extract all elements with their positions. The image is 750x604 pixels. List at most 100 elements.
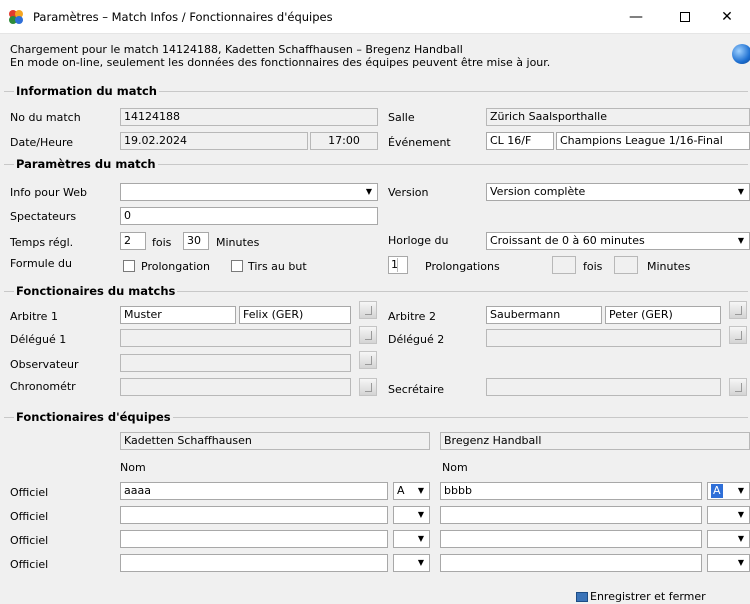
referee2-firstname-field[interactable]: Peter (GER) bbox=[605, 306, 721, 324]
away-official-code-select[interactable]: ▼ bbox=[707, 506, 750, 524]
prolongations-label: Prolongations bbox=[425, 260, 500, 273]
prolong-minutes-field[interactable] bbox=[614, 256, 638, 274]
home-official-name-field[interactable] bbox=[120, 506, 388, 524]
section-title-match-params: Paramètres du match bbox=[14, 157, 158, 171]
official-label: Officiel bbox=[10, 486, 49, 499]
globe-icon[interactable] bbox=[732, 44, 750, 64]
match-no-field: 14124188 bbox=[120, 108, 378, 126]
chevron-down-icon: ▼ bbox=[417, 486, 425, 495]
regular-time-label: Temps régl. bbox=[10, 236, 74, 249]
version-select[interactable]: Version complète ▼ bbox=[486, 183, 750, 201]
prolongation-checkbox[interactable] bbox=[123, 260, 135, 272]
online-info: En mode on-line, seulement les données d… bbox=[10, 56, 551, 69]
spectators-field[interactable]: 0 bbox=[120, 207, 378, 225]
away-official-name-field[interactable]: bbbb bbox=[440, 482, 702, 500]
prolongations-spinner[interactable]: 1 bbox=[388, 256, 408, 274]
formula-label: Formule du bbox=[10, 257, 72, 270]
match-no-label: No du match bbox=[10, 111, 81, 124]
timekeeper-label: Chronométr bbox=[10, 380, 76, 393]
home-official-name-field[interactable]: aaaa bbox=[120, 482, 388, 500]
periods-field[interactable]: 2 bbox=[120, 232, 146, 250]
period-minutes-field[interactable]: 30 bbox=[183, 232, 209, 250]
maximize-button[interactable] bbox=[662, 0, 708, 34]
official-label: Officiel bbox=[10, 558, 49, 571]
away-official-name-field[interactable] bbox=[440, 530, 702, 548]
away-team-field: Bregenz Handball bbox=[440, 432, 750, 450]
minutes-label: Minutes bbox=[647, 260, 691, 273]
delegate2-lookup-button[interactable] bbox=[729, 326, 747, 344]
event-code-field[interactable]: CL 16/F bbox=[486, 132, 554, 150]
time-field: 17:00 bbox=[310, 132, 378, 150]
section-title-match-info: Information du match bbox=[14, 84, 159, 98]
away-official-name-field[interactable] bbox=[440, 554, 702, 572]
home-official-code-select[interactable]: A ▼ bbox=[393, 482, 430, 500]
referee2-lastname-field[interactable]: Saubermann bbox=[486, 306, 602, 324]
web-info-label: Info pour Web bbox=[10, 186, 87, 199]
referee1-firstname-field[interactable]: Felix (GER) bbox=[239, 306, 351, 324]
delegate1-field bbox=[120, 329, 351, 347]
observer-field bbox=[120, 354, 351, 372]
prolongation-label: Prolongation bbox=[141, 260, 211, 273]
away-official-code-select[interactable]: ▼ bbox=[707, 530, 750, 548]
fois-label: fois bbox=[583, 260, 603, 273]
observer-label: Observateur bbox=[10, 358, 79, 371]
tirs-au-but-label: Tirs au but bbox=[248, 260, 307, 273]
referee1-label: Arbitre 1 bbox=[10, 310, 58, 323]
timekeeper-field bbox=[120, 378, 351, 396]
chevron-down-icon: ▼ bbox=[417, 510, 425, 519]
close-icon: ✕ bbox=[721, 9, 733, 25]
maximize-icon bbox=[680, 12, 690, 22]
date-label: Date/Heure bbox=[10, 136, 74, 149]
referee2-lookup-button[interactable] bbox=[729, 301, 747, 319]
official-label: Officiel bbox=[10, 534, 49, 547]
chevron-down-icon: ▼ bbox=[365, 187, 373, 196]
minimize-icon: — bbox=[629, 9, 643, 25]
section-title-team-officials: Fonctionaires d'équipes bbox=[14, 410, 173, 424]
home-team-field: Kadetten Schaffhausen bbox=[120, 432, 430, 450]
clock-label: Horloge du bbox=[388, 234, 449, 247]
secretary-lookup-button[interactable] bbox=[729, 378, 747, 396]
event-label: Événement bbox=[388, 136, 451, 149]
official-label: Officiel bbox=[10, 510, 49, 523]
save-and-close-button[interactable]: Enregistrer et fermer bbox=[576, 590, 706, 603]
salle-label: Salle bbox=[388, 111, 415, 124]
date-field: 19.02.2024 bbox=[120, 132, 308, 150]
delegate2-field bbox=[486, 329, 721, 347]
close-button[interactable]: ✕ bbox=[704, 0, 750, 34]
prolong-count-field[interactable] bbox=[552, 256, 576, 274]
delegate1-label: Délégué 1 bbox=[10, 333, 67, 346]
chevron-down-icon: ▼ bbox=[737, 486, 745, 495]
clock-select[interactable]: Croissant de 0 à 60 minutes ▼ bbox=[486, 232, 750, 250]
away-official-code-select[interactable]: ▼ bbox=[707, 554, 750, 572]
referee2-label: Arbitre 2 bbox=[388, 310, 436, 323]
chevron-down-icon: ▼ bbox=[737, 236, 745, 245]
minutes-label: Minutes bbox=[216, 236, 260, 249]
away-official-code-select[interactable]: A ▼ bbox=[707, 482, 750, 500]
home-official-code-select[interactable]: ▼ bbox=[393, 530, 430, 548]
fois-label: fois bbox=[152, 236, 172, 249]
minimize-button[interactable]: — bbox=[613, 0, 659, 34]
version-label: Version bbox=[388, 186, 429, 199]
home-official-code-select[interactable]: ▼ bbox=[393, 506, 430, 524]
delegate2-label: Délégué 2 bbox=[388, 333, 445, 346]
delegate1-lookup-button[interactable] bbox=[359, 326, 377, 344]
web-info-select[interactable]: ▼ bbox=[120, 183, 378, 201]
home-official-name-field[interactable] bbox=[120, 530, 388, 548]
observer-lookup-button[interactable] bbox=[359, 351, 377, 369]
timekeeper-lookup-button[interactable] bbox=[359, 378, 377, 396]
away-name-header: Nom bbox=[442, 461, 468, 474]
secretary-label: Secrétaire bbox=[388, 383, 445, 396]
referee1-lastname-field[interactable]: Muster bbox=[120, 306, 236, 324]
chevron-down-icon: ▼ bbox=[417, 534, 425, 543]
load-info: Chargement pour le match 14124188, Kadet… bbox=[10, 43, 463, 56]
tirs-au-but-checkbox[interactable] bbox=[231, 260, 243, 272]
away-official-name-field[interactable] bbox=[440, 506, 702, 524]
referee1-lookup-button[interactable] bbox=[359, 301, 377, 319]
section-title-match-officials: Fonctionaires du matchs bbox=[14, 284, 178, 298]
home-name-header: Nom bbox=[120, 461, 146, 474]
secretary-field bbox=[486, 378, 721, 396]
home-official-name-field[interactable] bbox=[120, 554, 388, 572]
event-name-field[interactable]: Champions League 1/16-Final bbox=[556, 132, 750, 150]
home-official-code-select[interactable]: ▼ bbox=[393, 554, 430, 572]
chevron-down-icon: ▼ bbox=[737, 187, 745, 196]
